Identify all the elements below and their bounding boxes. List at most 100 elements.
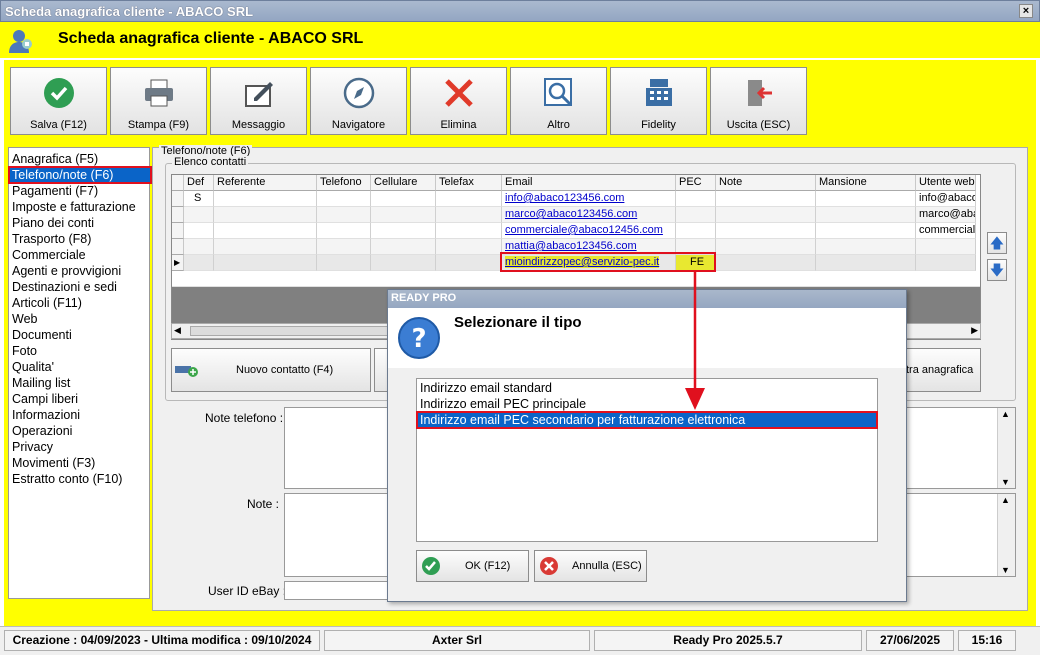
type-option[interactable]: Indirizzo email PEC secondario per fattu… xyxy=(416,411,878,429)
row-indicator[interactable] xyxy=(172,239,184,255)
grid-cell[interactable] xyxy=(716,255,816,271)
grid-cell[interactable] xyxy=(816,207,916,223)
cancel-button[interactable]: Annulla (ESC) xyxy=(534,550,647,582)
grid-cell[interactable] xyxy=(371,191,436,207)
grid-cell[interactable] xyxy=(317,223,371,239)
sidebar-item[interactable]: Trasporto (F8) xyxy=(12,232,91,246)
sidebar-item[interactable]: Web xyxy=(12,312,37,326)
email-link[interactable]: mattia@abaco123456.com xyxy=(505,240,637,252)
sidebar-item[interactable]: Piano dei conti xyxy=(12,216,94,230)
sidebar-item[interactable]: Mailing list xyxy=(12,376,70,390)
grid-cell[interactable] xyxy=(436,207,502,223)
grid-cell[interactable] xyxy=(317,239,371,255)
sidebar-item[interactable]: Telefono/note (F6) xyxy=(8,166,152,184)
message-button[interactable]: Messaggio xyxy=(210,67,307,135)
grid-cell[interactable] xyxy=(716,191,816,207)
grid-cell[interactable]: marco@abaco123456.com xyxy=(502,207,676,223)
grid-cell[interactable] xyxy=(317,255,371,271)
email-link[interactable]: info@abaco123456.com xyxy=(505,192,624,204)
grid-cell[interactable] xyxy=(916,255,976,271)
sidebar-item[interactable]: Imposte e fatturazione xyxy=(12,200,136,214)
sidebar-item[interactable]: Agenti e provvigioni xyxy=(12,264,121,278)
scroll-up-icon[interactable]: ▲ xyxy=(1001,495,1010,505)
column-header[interactable]: Telefax xyxy=(436,175,502,191)
other-button[interactable]: Altro xyxy=(510,67,607,135)
column-header[interactable]: Referente xyxy=(214,175,317,191)
row-indicator[interactable] xyxy=(172,191,184,207)
column-header[interactable]: Def xyxy=(184,175,214,191)
grid-cell[interactable] xyxy=(184,223,214,239)
navigator-button[interactable]: Navigatore xyxy=(310,67,407,135)
grid-cell[interactable] xyxy=(371,239,436,255)
sidebar-item[interactable]: Anagrafica (F5) xyxy=(12,152,98,166)
print-button[interactable]: Stampa (F9) xyxy=(110,67,207,135)
sidebar-item[interactable]: Pagamenti (F7) xyxy=(12,184,98,198)
grid-cell[interactable] xyxy=(816,239,916,255)
column-header[interactable]: Email xyxy=(502,175,676,191)
grid-cell[interactable]: marco@abac xyxy=(916,207,976,223)
grid-cell[interactable] xyxy=(214,255,317,271)
other-registry-button[interactable]: tra anagrafica xyxy=(905,348,981,392)
grid-cell[interactable] xyxy=(184,239,214,255)
column-header[interactable]: Note xyxy=(716,175,816,191)
sidebar-item[interactable]: Articoli (F11) xyxy=(12,296,82,310)
move-down-button[interactable]: 🡇 xyxy=(987,259,1007,281)
grid-cell[interactable] xyxy=(184,207,214,223)
sidebar-item[interactable]: Foto xyxy=(12,344,37,358)
sidebar-item[interactable]: Privacy xyxy=(12,440,53,454)
row-indicator[interactable] xyxy=(172,207,184,223)
sidebar-item[interactable]: Movimenti (F3) xyxy=(12,456,95,470)
exit-button[interactable]: Uscita (ESC) xyxy=(710,67,807,135)
grid-cell[interactable]: commerciale( xyxy=(916,223,976,239)
grid-cell[interactable] xyxy=(214,207,317,223)
grid-cell[interactable]: commerciale@abaco12456.com xyxy=(502,223,676,239)
scroll-left-icon[interactable]: ◀ xyxy=(174,325,181,336)
partial-button[interactable] xyxy=(374,348,388,392)
new-contact-button[interactable]: Nuovo contatto (F4) xyxy=(171,348,371,392)
grid-cell[interactable] xyxy=(716,239,816,255)
grid-cell[interactable] xyxy=(317,191,371,207)
grid-cell[interactable] xyxy=(184,255,214,271)
grid-cell[interactable] xyxy=(214,239,317,255)
scroll-down-icon[interactable]: ▼ xyxy=(1001,565,1010,575)
grid-cell[interactable] xyxy=(371,207,436,223)
row-indicator[interactable] xyxy=(172,223,184,239)
column-header[interactable]: Utente web xyxy=(916,175,976,191)
grid-cell[interactable] xyxy=(436,239,502,255)
grid-cell[interactable] xyxy=(716,223,816,239)
type-option[interactable]: Indirizzo email standard xyxy=(420,381,552,395)
grid-cell[interactable]: S xyxy=(184,191,214,207)
grid-cell[interactable] xyxy=(371,223,436,239)
save-button[interactable]: Salva (F12) xyxy=(10,67,107,135)
column-header[interactable]: Mansione xyxy=(816,175,916,191)
grid-cell[interactable] xyxy=(676,191,716,207)
grid-cell[interactable] xyxy=(436,191,502,207)
delete-button[interactable]: Elimina xyxy=(410,67,507,135)
move-up-button[interactable]: 🡅 xyxy=(987,232,1007,254)
grid-cell[interactable] xyxy=(816,191,916,207)
grid-new-row[interactable] xyxy=(172,271,980,287)
note-phone-scrollbar[interactable]: ▲ ▼ xyxy=(997,408,1015,488)
sidebar-item[interactable]: Qualita' xyxy=(12,360,54,374)
scroll-right-icon[interactable]: ▶ xyxy=(971,325,978,336)
sidebar-item[interactable]: Estratto conto (F10) xyxy=(12,472,122,486)
sidebar-item[interactable]: Commerciale xyxy=(12,248,86,262)
grid-cell[interactable] xyxy=(436,223,502,239)
grid-cell[interactable] xyxy=(716,207,816,223)
grid-cell[interactable] xyxy=(214,191,317,207)
scroll-up-icon[interactable]: ▲ xyxy=(1001,409,1010,419)
grid-cell[interactable] xyxy=(916,239,976,255)
scroll-down-icon[interactable]: ▼ xyxy=(1001,477,1010,487)
grid-cell[interactable] xyxy=(436,255,502,271)
row-indicator[interactable]: ▶ xyxy=(172,255,184,271)
grid-cell[interactable]: info@abaco1 xyxy=(916,191,976,207)
sidebar-item[interactable]: Campi liberi xyxy=(12,392,78,406)
sidebar-item[interactable]: Informazioni xyxy=(12,408,80,422)
ok-button[interactable]: OK (F12) xyxy=(416,550,529,582)
column-header[interactable]: PEC xyxy=(676,175,716,191)
note-scrollbar[interactable]: ▲ ▼ xyxy=(997,494,1015,576)
column-header[interactable]: Telefono xyxy=(317,175,371,191)
sidebar-item[interactable]: Documenti xyxy=(12,328,72,342)
grid-cell[interactable] xyxy=(816,255,916,271)
grid-cell[interactable] xyxy=(214,223,317,239)
